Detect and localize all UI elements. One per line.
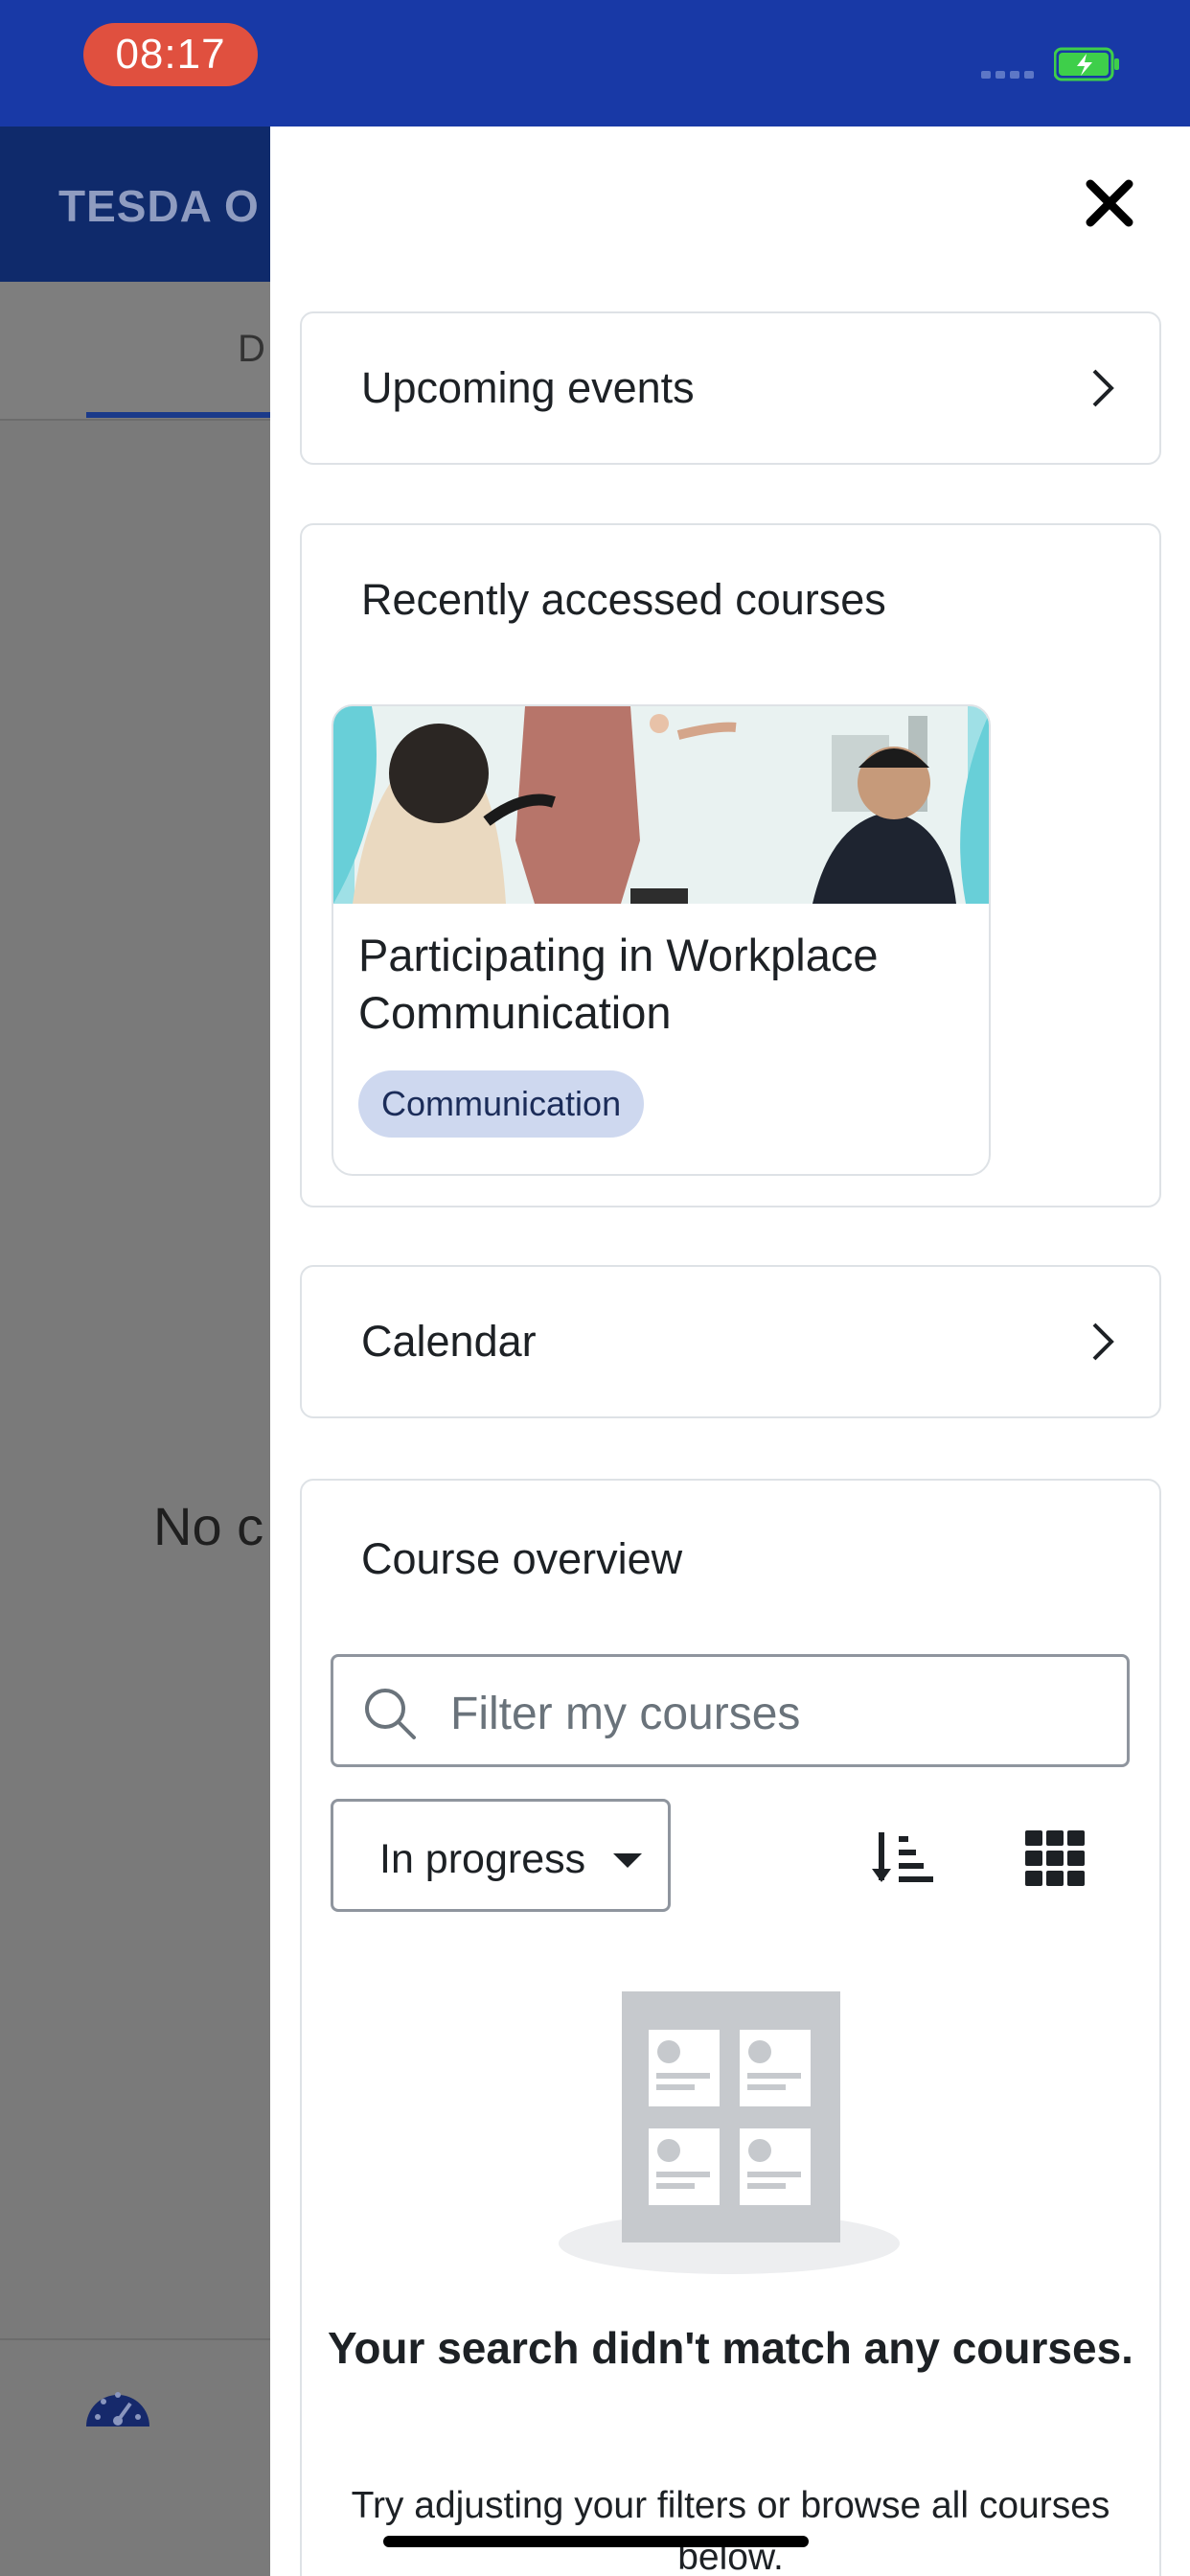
recent-courses-title: Recently accessed courses bbox=[361, 575, 886, 624]
dashboard-icon[interactable] bbox=[82, 2377, 153, 2434]
status-time: 08:17 bbox=[83, 23, 258, 86]
search-icon bbox=[365, 1689, 416, 1739]
app-empty-message: No c bbox=[153, 1496, 264, 1556]
calendar-card[interactable]: Calendar bbox=[300, 1265, 1161, 1418]
course-name: Participating in Workplace Communication bbox=[358, 930, 879, 1038]
upcoming-events-card[interactable]: Upcoming events bbox=[300, 311, 1161, 465]
sort-ascending-icon[interactable] bbox=[872, 1828, 935, 1886]
calendar-label: Calendar bbox=[361, 1317, 537, 1366]
empty-state-title: Your search didn't match any courses. bbox=[328, 2323, 1133, 2373]
chevron-right-icon bbox=[1092, 369, 1114, 407]
caret-down-icon bbox=[613, 1853, 642, 1868]
filter-courses-input[interactable]: Filter my courses bbox=[331, 1654, 1130, 1767]
course-image bbox=[333, 706, 989, 904]
upcoming-events-label: Upcoming events bbox=[361, 363, 695, 412]
course-overview-title: Course overview bbox=[361, 1534, 683, 1583]
course-card[interactable]: Participating in Workplace Communication… bbox=[332, 704, 991, 1176]
grid-view-icon[interactable] bbox=[1025, 1830, 1085, 1886]
empty-courses-illustration bbox=[559, 1991, 900, 2274]
status-bar: 08:17 bbox=[0, 0, 1190, 126]
app-tab-indicator bbox=[86, 412, 278, 418]
app-tab-dashboard[interactable]: D bbox=[238, 328, 265, 371]
chevron-right-icon bbox=[1092, 1322, 1114, 1361]
battery-charging-icon bbox=[1054, 47, 1119, 81]
home-indicator[interactable] bbox=[383, 2536, 809, 2547]
course-category-badge: Communication bbox=[358, 1070, 645, 1138]
signal-bars-icon bbox=[981, 71, 1034, 79]
grouping-selected: In progress bbox=[379, 1836, 586, 1882]
close-icon[interactable] bbox=[1081, 174, 1138, 232]
empty-state-subtitle: Try adjusting your filters or browse all… bbox=[351, 2485, 1110, 2576]
app-title: TESDA O bbox=[58, 181, 260, 231]
grouping-dropdown[interactable]: In progress bbox=[331, 1799, 671, 1912]
filter-courses-placeholder: Filter my courses bbox=[450, 1689, 801, 1739]
